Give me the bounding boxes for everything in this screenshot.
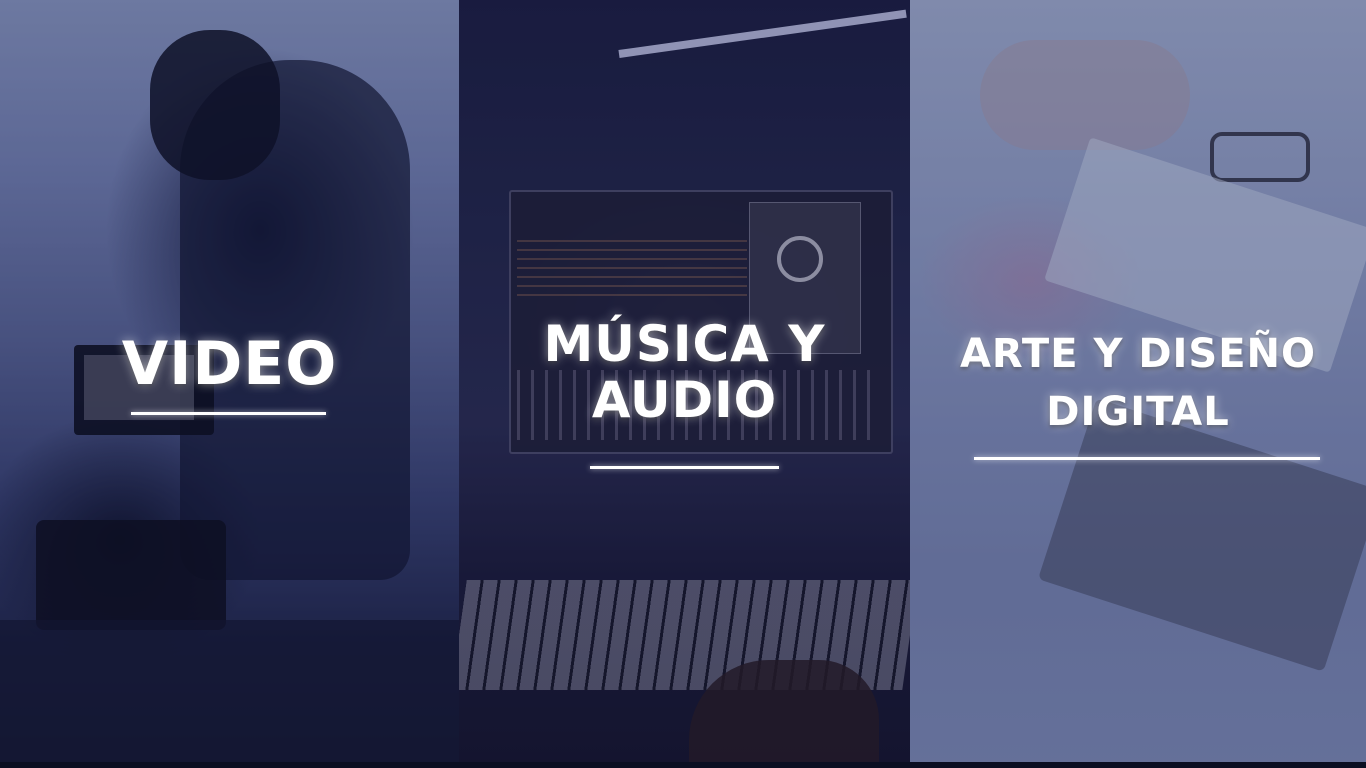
title-line: VIDEO <box>121 329 338 399</box>
title-underline <box>590 466 779 469</box>
title-line-1: MÚSICA Y <box>543 315 826 373</box>
title-line-2: AUDIO <box>591 371 778 429</box>
title-underline <box>974 457 1320 460</box>
panel-title-arte-diseno: ARTE Y DISEÑO DIGITAL <box>910 325 1366 441</box>
title-underline <box>131 412 326 415</box>
panel-title-musica-audio: MÚSICA Y AUDIO <box>459 316 910 428</box>
title-line-2: DIGITAL <box>1046 389 1230 435</box>
bottom-edge <box>0 762 1366 768</box>
panel-video[interactable]: VIDEO <box>0 0 459 768</box>
panel-arte-diseno-digital[interactable]: ARTE Y DISEÑO DIGITAL <box>910 0 1366 768</box>
category-panels: VIDEO MÚSICA Y AUDIO ARTE Y DISEÑO DIGIT… <box>0 0 1366 768</box>
title-line-1: ARTE Y DISEÑO <box>959 331 1317 377</box>
panel-title-video: VIDEO <box>0 328 459 400</box>
panel-musica-audio[interactable]: MÚSICA Y AUDIO <box>459 0 910 768</box>
